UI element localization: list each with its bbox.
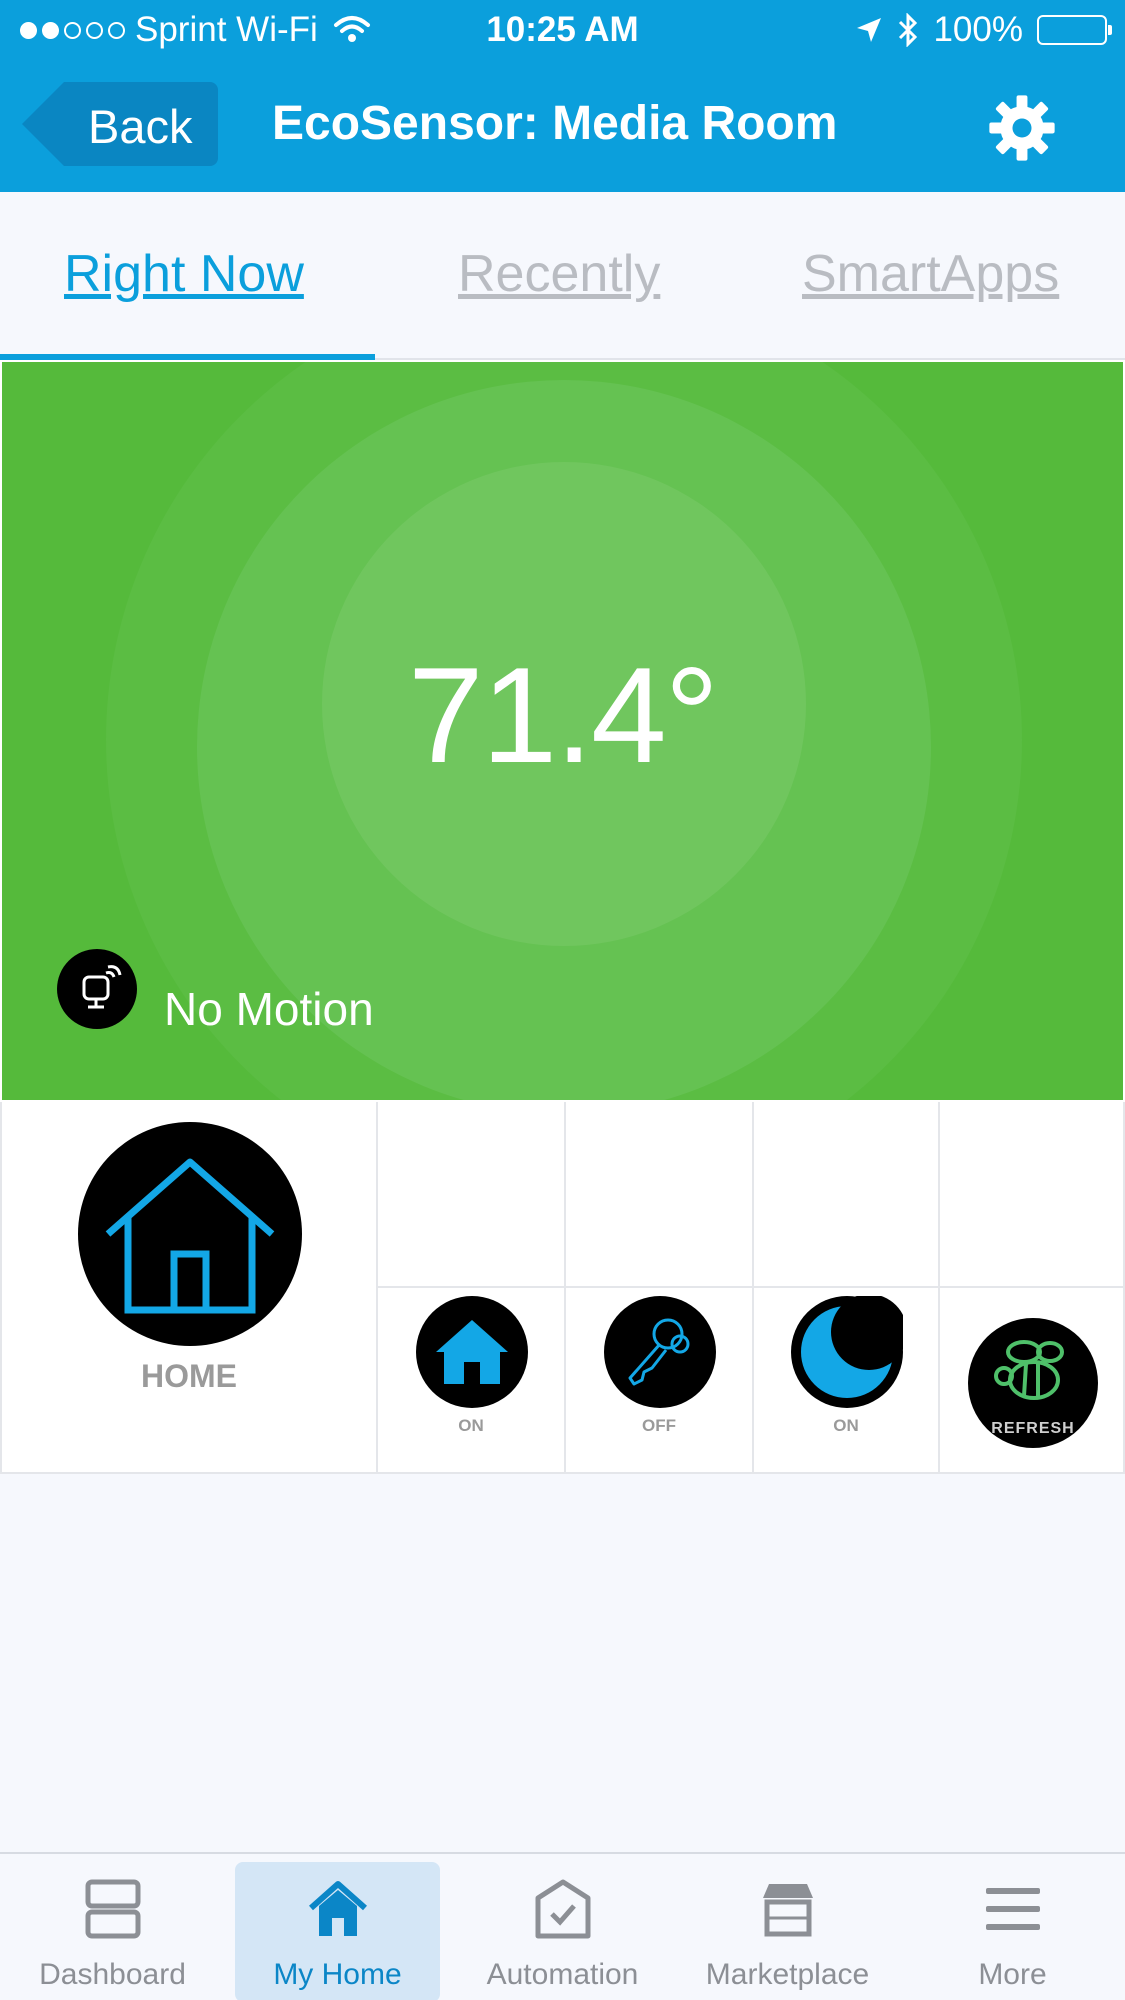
- tile-action-label: ON: [833, 1416, 859, 1435]
- tabbar-label: Dashboard: [39, 1958, 186, 1991]
- tile-empty: [378, 1102, 566, 1288]
- status-right: 100%: [855, 10, 1112, 50]
- gear-icon[interactable]: [988, 94, 1056, 162]
- tile-action-label: ON: [458, 1416, 484, 1435]
- marketplace-icon: [763, 1884, 813, 1937]
- house-outline-icon: [78, 1122, 302, 1346]
- motion-status: No Motion: [164, 983, 374, 1035]
- refresh-label: REFRESH: [991, 1420, 1075, 1437]
- bee-icon: REFRESH: [968, 1318, 1098, 1448]
- menu-icon: [986, 1888, 1040, 1930]
- tabbar-item-dashboard[interactable]: Dashboard: [0, 1854, 225, 2000]
- battery-percent: 100%: [933, 10, 1023, 49]
- tabbar-item-my-home[interactable]: My Home: [225, 1854, 450, 2000]
- segment-tabs: Right Now Recently SmartApps: [0, 192, 1125, 360]
- tab-recently[interactable]: Recently: [458, 244, 660, 304]
- tabbar-label: Marketplace: [705, 1958, 870, 1991]
- sensor-panel[interactable]: 71.4° No Motion: [0, 360, 1125, 1102]
- tile-action-label: OFF: [642, 1416, 676, 1435]
- tile-empty: [754, 1102, 940, 1288]
- tile-home-main[interactable]: HOME: [0, 1102, 378, 1474]
- tile-action-home[interactable]: ON: [378, 1288, 566, 1474]
- back-button[interactable]: Back: [22, 82, 218, 166]
- house-icon: [416, 1296, 528, 1408]
- back-button-label: Back: [88, 100, 193, 153]
- top-bar: Sprint Wi-Fi 10:25 AM 100% Back EcoSenso…: [0, 0, 1125, 192]
- bottom-tab-bar: Dashboard My Home Automation Marketplace: [0, 1852, 1125, 2000]
- tabbar-label: Automation: [486, 1958, 639, 1991]
- tile-action-refresh[interactable]: REFRESH: [940, 1288, 1125, 1474]
- tabbar-item-marketplace[interactable]: Marketplace: [675, 1854, 900, 2000]
- home-icon: [309, 1881, 367, 1936]
- tile-home-label: HOME: [141, 1358, 237, 1394]
- temperature-value: 71.4°: [407, 639, 719, 791]
- tiles-grid: HOME ON OFF ON REFRESH: [0, 1102, 1125, 1474]
- moon-icon: [791, 1294, 907, 1408]
- key-icon: [604, 1296, 716, 1408]
- battery-icon: [1037, 15, 1112, 45]
- tabbar-label: More: [978, 1958, 1047, 1991]
- tile-action-key[interactable]: OFF: [566, 1288, 754, 1474]
- tabbar-label: My Home: [273, 1958, 402, 1991]
- motion-sensor-icon: [57, 949, 137, 1029]
- tab-smartapps[interactable]: SmartApps: [802, 244, 1059, 304]
- page-title: EcoSensor: Media Room: [272, 97, 838, 150]
- automation-icon: [535, 1879, 591, 1939]
- tile-empty: [566, 1102, 754, 1288]
- tab-right-now[interactable]: Right Now: [64, 244, 304, 304]
- location-icon: [857, 18, 882, 42]
- tabbar-item-more[interactable]: More: [900, 1854, 1125, 2000]
- tabbar-item-automation[interactable]: Automation: [450, 1854, 675, 2000]
- dashboard-icon: [85, 1879, 141, 1939]
- tile-empty: [940, 1102, 1125, 1288]
- status-bar: Sprint Wi-Fi 10:25 AM 100%: [0, 0, 1125, 62]
- bluetooth-icon: [899, 13, 918, 47]
- tile-action-moon[interactable]: ON: [754, 1288, 940, 1474]
